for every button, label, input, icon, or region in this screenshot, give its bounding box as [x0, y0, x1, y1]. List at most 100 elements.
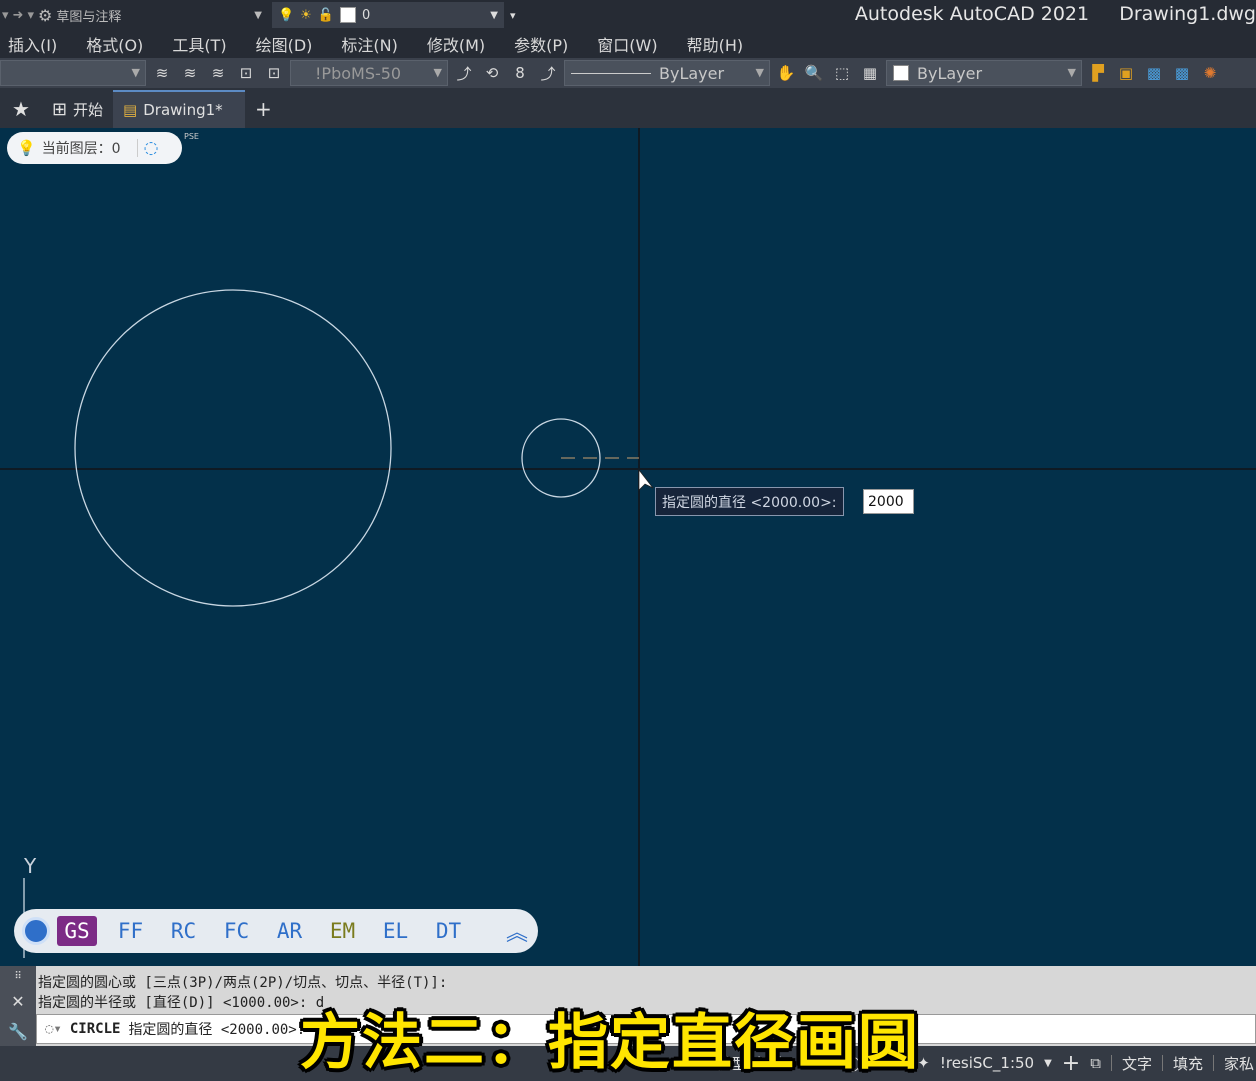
star-icon: ★ [12, 97, 30, 121]
hatch-icon[interactable]: ▩ [1142, 61, 1166, 85]
pattern-icon[interactable]: ▩ [1170, 61, 1194, 85]
color-combo[interactable]: ByLayer ▼ [886, 60, 1082, 86]
chevron-up-icon[interactable]: ︽ [506, 915, 528, 947]
linetype-value: ByLayer [659, 63, 725, 83]
title-bar: ▾ ➜ ▾ ⚙ 草图与注释 ▼ 💡 ☀ 🔓 0 ▼ ▾ Autodesk Aut… [0, 0, 1256, 30]
quick-cmd-ar[interactable]: AR [263, 919, 316, 943]
chevron-down-icon: ▼ [755, 66, 764, 79]
furniture-toggle[interactable]: 家私 [1224, 1053, 1254, 1074]
chevron-down-icon: ▼ [254, 9, 262, 21]
app-name: Autodesk AutoCAD 2021 [854, 3, 1090, 25]
properties-icon[interactable]: ▦ [858, 61, 882, 85]
redo-icon[interactable]: ➜ [13, 8, 24, 23]
settings-badge-icon[interactable]: ✺ [1198, 61, 1222, 85]
add-icon[interactable]: + [1062, 1051, 1080, 1076]
layer-unlock-icon[interactable]: ⊡ [262, 61, 286, 85]
divider [136, 139, 138, 157]
style-combo-value: !PboMS-50 [315, 63, 402, 83]
select-similar-icon[interactable]: ◌ [144, 138, 159, 158]
bulb-icon: 💡 [17, 139, 36, 157]
close-icon[interactable]: ✕ [11, 992, 24, 1011]
divider [1110, 1055, 1112, 1071]
chevron-down-icon: ▼ [131, 66, 140, 79]
chevron-down-icon: ▼ [1067, 66, 1076, 79]
tab-start-label: 开始 [73, 100, 104, 119]
settings-dot-icon[interactable] [22, 917, 50, 945]
layer-lock-icon[interactable]: ⊡ [234, 61, 258, 85]
layer-tool-icon[interactable]: ≋ [150, 61, 174, 85]
quick-cmd-em[interactable]: EM [316, 919, 369, 943]
undo-dropdown-icon[interactable]: ▾ [2, 8, 9, 23]
layer-previous-icon[interactable]: ≋ [206, 61, 230, 85]
quick-cmd-gs[interactable]: GS [57, 916, 97, 946]
menu-insert[interactable]: 插入(I) [8, 32, 57, 56]
properties-toolbar: ▼ ≋ ≋ ≋ ⊡ ⊡ !PboMS-50 ▼ ⤴ ⟲ 8 ⤴ ByLayer … [0, 58, 1256, 88]
grip-icon[interactable]: ⠿ [14, 971, 21, 982]
wrench-icon[interactable]: 🔧 [8, 1022, 28, 1041]
layer-quick-dropdown[interactable]: 💡 ☀ 🔓 0 ▼ [271, 2, 504, 28]
menu-dimension[interactable]: 标注(N) [341, 32, 397, 56]
menu-bar: 插入(I) 格式(O) 工具(T) 绘图(D) 标注(N) 修改(M) 参数(P… [0, 30, 1256, 58]
pse-label: PSE [184, 132, 199, 141]
customize-quick-access-icon[interactable]: ▾ [510, 9, 516, 22]
dynamic-input-field[interactable]: 2000 [863, 489, 914, 514]
document-tabs: ★ ⊞ 开始 ▤ Drawing1* + [0, 88, 1256, 128]
drawing-canvas[interactable]: 💡 当前图层：0 ◌ PSE 指定圆的直径 <2000.00>: 2000 Y … [0, 128, 1256, 966]
zoom-window-icon[interactable]: ⬚ [830, 61, 854, 85]
annotation-scale[interactable]: !resiSC_1:50 [940, 1054, 1034, 1072]
chevron-down-icon: ▼ [433, 66, 442, 79]
menu-draw[interactable]: 绘图(D) [256, 32, 313, 56]
menu-window[interactable]: 窗口(W) [597, 32, 657, 56]
quick-cmd-fc[interactable]: FC [210, 919, 263, 943]
tab-drawing1-label: Drawing1* [143, 101, 223, 119]
empty-combo[interactable]: ▼ [0, 60, 146, 86]
windows-logo-icon: ⊞ [51, 98, 68, 120]
quick-cmd-ff[interactable]: FF [104, 919, 157, 943]
rectangle-icon[interactable]: ▣ [1114, 61, 1138, 85]
zoom-icon[interactable]: 🔍 [802, 61, 826, 85]
plus-icon: + [255, 97, 272, 121]
style-combo[interactable]: !PboMS-50 ▼ [290, 60, 448, 86]
favorites-tab[interactable]: ★ [0, 90, 42, 128]
spline-icon[interactable]: ⟲ [480, 61, 504, 85]
menu-modify[interactable]: 修改(M) [427, 32, 485, 56]
join-icon[interactable]: ⤴ [536, 61, 560, 85]
quick-cmd-el[interactable]: EL [369, 919, 422, 943]
new-tab-button[interactable]: + [245, 90, 282, 128]
divider [1161, 1055, 1163, 1071]
tab-start[interactable]: ⊞ 开始 [42, 90, 113, 128]
document-name: Drawing1.dwg [1119, 3, 1256, 25]
layer-match-icon[interactable]: ≋ [178, 61, 202, 85]
quick-cmd-dt[interactable]: DT [422, 919, 475, 943]
tab-drawing1[interactable]: ▤ Drawing1* [113, 90, 246, 128]
dynamic-input-value: 2000 [868, 493, 904, 510]
fit-icon[interactable]: 8 [508, 61, 532, 85]
lock-icon: 🔓 [317, 7, 334, 23]
menu-parameters[interactable]: 参数(P) [514, 32, 568, 56]
pan-hand-icon[interactable]: ✋ [774, 61, 798, 85]
quick-cmd-rc[interactable]: RC [157, 919, 210, 943]
workspace-switcher[interactable]: ⚙ 草图与注释 ▼ [33, 2, 266, 28]
app-title: Autodesk AutoCAD 2021 Drawing1.dwg [855, 3, 1256, 25]
fill-toggle[interactable]: 填充 [1173, 1053, 1203, 1074]
edit-polyline-icon[interactable]: ⤴ [452, 61, 476, 85]
current-layer-pill[interactable]: 💡 当前图层：0 ◌ [7, 132, 182, 164]
command-name: CIRCLE [69, 1021, 121, 1037]
text-toggle[interactable]: 文字 [1122, 1053, 1152, 1074]
chevron-down-icon: ▼ [490, 9, 498, 21]
menu-format[interactable]: 格式(O) [86, 32, 143, 56]
bulb-icon: 💡 [277, 7, 295, 23]
recent-commands-icon[interactable]: ◌▾ [45, 1021, 62, 1037]
linetype-combo[interactable]: ByLayer ▼ [564, 60, 770, 86]
polyline-frame-icon[interactable]: ▛ [1086, 61, 1110, 85]
chevron-down-icon[interactable]: ▼ [1044, 1058, 1052, 1069]
menu-tools[interactable]: 工具(T) [172, 32, 226, 56]
isolate-objects-icon[interactable]: ⧉ [1090, 1054, 1101, 1072]
command-sidebar: ⠿ ✕ 🔧 [0, 966, 36, 1046]
current-layer-text: 当前图层：0 [41, 141, 121, 157]
dynamic-input-prompt-text: 指定圆的直径 <2000.00>: [662, 494, 837, 511]
menu-help[interactable]: 帮助(H) [687, 32, 744, 56]
linetype-preview [571, 72, 651, 74]
gear-icon: ⚙ [37, 5, 53, 25]
dynamic-input-prompt: 指定圆的直径 <2000.00>: [655, 487, 844, 516]
